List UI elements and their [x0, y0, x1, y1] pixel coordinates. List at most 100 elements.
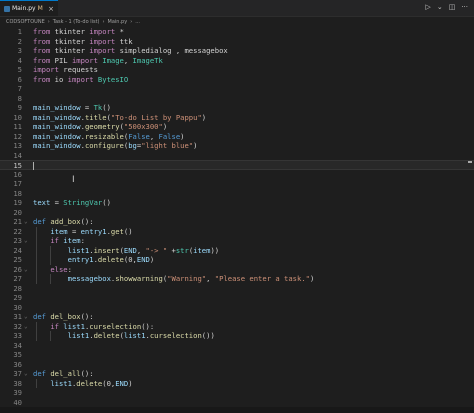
- code-line[interactable]: 5 import requests: [0, 65, 474, 75]
- code-line[interactable]: 36: [0, 360, 474, 370]
- line-number: 30: [13, 302, 22, 312]
- code-line[interactable]: 9 main_window = Tk(): [0, 103, 474, 113]
- line-number: 1: [17, 27, 22, 36]
- code-line[interactable]: 37 ⌄ def del_all():: [0, 369, 474, 379]
- code-editor[interactable]: 1 from tkinter import * 2 from tkinter impo…: [0, 27, 474, 407]
- tab-label: Main.py: [12, 5, 36, 12]
- code-line[interactable]: 32 ⌄ if list1.curselection():: [0, 322, 474, 332]
- line-number: 25: [13, 255, 22, 264]
- chevron-right-icon: ›: [102, 19, 105, 25]
- line-number: 23: [13, 236, 22, 245]
- line-number: 11: [13, 122, 22, 131]
- indent-guide: [36, 378, 37, 388]
- split-editor-icon[interactable]: ◫: [449, 3, 456, 11]
- breadcrumb-item-file[interactable]: Main.py: [108, 19, 128, 25]
- code-text: from PIL import Image, ImageTk: [33, 55, 163, 65]
- fold-chevron-icon[interactable]: ⌄: [24, 322, 28, 332]
- code-text: main_window.title("To-do List by Pappu"): [33, 112, 207, 122]
- line-number: 33: [13, 331, 22, 340]
- code-line[interactable]: 27 messagebox.showwarning("Warning", "Pl…: [0, 274, 474, 284]
- code-text: if list1.curselection():: [50, 321, 155, 331]
- code-line[interactable]: 1 from tkinter import *: [0, 27, 474, 37]
- line-number: 28: [13, 283, 22, 293]
- code-line[interactable]: 2 from tkinter import ttk: [0, 37, 474, 47]
- code-line[interactable]: 15: [0, 160, 474, 170]
- code-line[interactable]: 26 ⌄ else:: [0, 265, 474, 275]
- line-number: 24: [13, 245, 22, 255]
- code-line[interactable]: 38 list1.delete(0,END): [0, 379, 474, 389]
- code-text: from io import BytesIO: [33, 74, 129, 84]
- indent-guide: [36, 321, 37, 341]
- code-line[interactable]: 24 list1.insert(END, "-> " +str(item)): [0, 246, 474, 256]
- line-number: 22: [13, 226, 22, 236]
- code-line[interactable]: 30: [0, 303, 474, 313]
- fold-chevron-icon[interactable]: ⌄: [24, 217, 28, 227]
- run-icon[interactable]: ▷: [425, 3, 430, 11]
- fold-chevron-icon[interactable]: ⌄: [24, 369, 28, 379]
- line-number: 19: [13, 198, 22, 207]
- code-line[interactable]: 4 from PIL import Image, ImageTk: [0, 56, 474, 66]
- code-line[interactable]: 12 main_window.resizable(False, False): [0, 132, 474, 142]
- breadcrumb-item-symbol[interactable]: ...: [135, 19, 140, 25]
- code-text: import requests: [33, 65, 98, 74]
- code-line[interactable]: 10 main_window.title("To-do List by Pappu…: [0, 113, 474, 123]
- code-text: def add_box():: [33, 217, 94, 226]
- line-number: 5: [17, 65, 22, 74]
- fold-chevron-icon[interactable]: ⌄: [24, 265, 28, 275]
- code-line[interactable]: 35: [0, 350, 474, 360]
- line-number: 16: [13, 169, 22, 179]
- line-number: 9: [17, 103, 22, 112]
- code-line[interactable]: 18: [0, 189, 474, 199]
- line-number: 14: [13, 150, 22, 160]
- code-text: main_window.geometry("500x300"): [33, 122, 168, 131]
- cursor-position-marker: [468, 161, 472, 163]
- code-line[interactable]: 31 ⌄ def del_box():: [0, 312, 474, 322]
- chevron-right-icon: ›: [130, 19, 133, 25]
- line-number: 3: [17, 46, 22, 55]
- code-line[interactable]: 13 main_window.configure(bg="light blue"): [0, 141, 474, 151]
- indent-guide: [50, 245, 51, 265]
- line-number: 27: [13, 274, 22, 283]
- code-text: list1.delete(0,END): [50, 378, 133, 388]
- close-icon[interactable]: ×: [48, 5, 54, 13]
- code-line[interactable]: 25 entry1.delete(0,END): [0, 255, 474, 265]
- indent-guide: [50, 331, 51, 341]
- code-text: messagebox.showwarning("Warning", "Pleas…: [67, 274, 315, 283]
- more-actions-icon[interactable]: ···: [461, 3, 468, 11]
- chevron-down-icon[interactable]: ⌄: [437, 3, 443, 11]
- tab-main-py[interactable]: Main.py M ×: [0, 0, 58, 16]
- code-line[interactable]: 23 ⌄ if item:: [0, 236, 474, 246]
- code-text: from tkinter import ttk: [33, 36, 133, 46]
- code-line[interactable]: 3 from tkinter import simpledialog , mess…: [0, 46, 474, 56]
- code-line[interactable]: 34: [0, 341, 474, 351]
- code-line[interactable]: 22 item = entry1.get(): [0, 227, 474, 237]
- editor-actions: ▷ ⌄ ◫ ···: [425, 3, 468, 11]
- breadcrumb-item-root[interactable]: CODSOFTOUNE: [6, 19, 45, 25]
- code-text: item = entry1.get(): [50, 226, 133, 236]
- code-line[interactable]: 8: [0, 94, 474, 104]
- fold-chevron-icon[interactable]: ⌄: [24, 236, 28, 246]
- line-number: 34: [13, 340, 22, 350]
- code-line[interactable]: 33 list1.delete(list1.curselection()): [0, 331, 474, 341]
- code-text: def del_box():: [33, 312, 94, 321]
- code-line[interactable]: 19 text = StringVar(): [0, 198, 474, 208]
- code-line[interactable]: 20: [0, 208, 474, 218]
- code-line[interactable]: 28: [0, 284, 474, 294]
- code-line[interactable]: 7: [0, 84, 474, 94]
- code-line[interactable]: 6 from io import BytesIO: [0, 75, 474, 85]
- vertical-scrollbar[interactable]: [467, 27, 472, 407]
- indent-guide: [36, 226, 37, 284]
- fold-chevron-icon[interactable]: ⌄: [24, 312, 28, 322]
- line-number: 17: [13, 179, 22, 188]
- code-text: main_window = Tk(): [33, 103, 111, 112]
- line-number: 20: [13, 207, 22, 217]
- code-line[interactable]: 39: [0, 388, 474, 398]
- line-number: 7: [17, 84, 22, 93]
- code-line[interactable]: 11 main_window.geometry("500x300"): [0, 122, 474, 132]
- code-line[interactable]: 21 ⌄ def add_box():: [0, 217, 474, 227]
- code-line[interactable]: 40: [0, 398, 474, 408]
- code-line[interactable]: 14: [0, 151, 474, 161]
- breadcrumb-item-folder[interactable]: Task - 1 (To-do list): [53, 19, 100, 25]
- code-text: list1.delete(list1.curselection()): [67, 331, 215, 340]
- code-line[interactable]: 29: [0, 293, 474, 303]
